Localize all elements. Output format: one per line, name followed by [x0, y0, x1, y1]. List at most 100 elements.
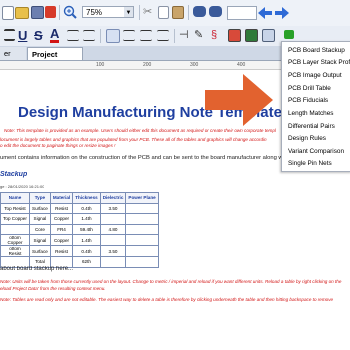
- zoom-value: 75%: [86, 8, 103, 17]
- column-header: Type: [29, 192, 51, 204]
- column-header: Power Plane: [125, 192, 159, 204]
- table-cell: [125, 245, 159, 257]
- table-cell: 3.50: [99, 202, 127, 214]
- table-row: Top Copper Signal Copper 1.4th: [0, 213, 159, 225]
- link-icon[interactable]: §: [211, 29, 225, 43]
- table-cell: 1.4th: [72, 213, 101, 225]
- menu-item-pcb-drill-table[interactable]: PCB Drill Table: [288, 85, 331, 93]
- table-cell: Surface: [29, 245, 51, 257]
- table-cell: 62th: [72, 256, 101, 268]
- column-header: Dielectric: [99, 192, 127, 204]
- units-note: eload Project Data' from the resulting c…: [0, 286, 106, 291]
- pen-icon[interactable]: ✎: [194, 29, 208, 43]
- table-cell: FR4: [49, 223, 74, 235]
- table-row: ottom Resist Surface Resist 0.4th 3.50: [0, 245, 159, 257]
- table-row: Core FR4 59.4th 4.80: [0, 223, 159, 235]
- table-cell: [0, 223, 30, 235]
- table-cell: Signal: [29, 234, 51, 246]
- table-cell: [125, 234, 159, 246]
- insert-pcb-data-icon[interactable]: [262, 29, 275, 42]
- table-cell: Copper: [49, 234, 74, 246]
- menu-item-pcb-layer-stack-profile[interactable]: PCB Layer Stack Profile: [288, 59, 350, 67]
- column-header: Name: [0, 192, 30, 204]
- chevron-down-icon: ▼: [124, 7, 133, 17]
- zoom-select[interactable]: 75% ▼: [82, 6, 134, 18]
- table-cell: Core: [29, 223, 51, 235]
- table-cell: 0.4th: [72, 245, 101, 257]
- align-right-icon[interactable]: [140, 30, 152, 41]
- picture-icon[interactable]: [228, 29, 241, 42]
- table-cell: [125, 202, 159, 214]
- table-cell: Surface: [29, 202, 51, 214]
- menu-item-pcb-image-output[interactable]: PCB Image Output: [288, 72, 342, 80]
- table-cell: 59.4th: [72, 223, 101, 235]
- table-cell: 1.4th: [72, 234, 101, 246]
- pdf-icon[interactable]: [45, 6, 56, 18]
- ruler-mark: 400: [237, 62, 246, 68]
- zoom-in-icon[interactable]: [63, 5, 77, 19]
- menu-item-pcb-board-stackup[interactable]: PCB Board Stackup: [288, 47, 345, 55]
- table-cell: 4.80: [99, 223, 127, 235]
- underline-button[interactable]: U: [18, 28, 27, 44]
- find-field[interactable]: [227, 6, 257, 20]
- table-cell: ottom Resist: [0, 245, 30, 257]
- template-note: o edit the document to paginate things o…: [0, 143, 116, 148]
- outdent-icon[interactable]: [83, 30, 95, 41]
- menu-item-variant-comparison[interactable]: Variant Comparison: [288, 148, 344, 156]
- open-folder-icon[interactable]: [15, 7, 29, 19]
- ruler-mark: 100: [96, 62, 105, 68]
- tab-project-notes[interactable]: Project Notes×: [27, 47, 83, 72]
- menu-item-pcb-fiducials[interactable]: PCB Fiducials: [288, 97, 328, 105]
- arrow-right-callout-icon: [205, 74, 273, 126]
- tab-previous[interactable]: er: [0, 47, 26, 60]
- tab-label: er: [4, 49, 11, 58]
- arrow-left-icon[interactable]: [258, 6, 272, 20]
- menu-item-differential-pairs[interactable]: Differential Pairs: [288, 123, 335, 131]
- stackup-table: Name Type Material Thickness Dielectric …: [0, 192, 159, 268]
- ruler-mark: 200: [143, 62, 152, 68]
- binoculars-icon[interactable]: [193, 6, 206, 17]
- table-cell: Resist: [49, 245, 74, 257]
- main-toolbar: 75% ▼ ✂: [0, 0, 350, 27]
- column-header: Material: [49, 192, 74, 204]
- font-color-button[interactable]: A: [50, 27, 60, 43]
- paste-icon[interactable]: [172, 6, 184, 19]
- table-icon[interactable]: [245, 29, 258, 42]
- table-cell: [99, 256, 127, 268]
- units-note: Note: Units will be taken from those cur…: [0, 279, 342, 284]
- numbered-list-icon[interactable]: [67, 30, 79, 41]
- menu-item-length-matches[interactable]: Length Matches: [288, 110, 333, 118]
- align-center-icon[interactable]: [123, 30, 135, 41]
- ruler-mark: 300: [190, 62, 199, 68]
- table-row: Top Resist Surface Resist 0.4th 3.50: [0, 202, 159, 214]
- find-replace-icon[interactable]: [209, 6, 222, 17]
- menu-item-single-pin-nets[interactable]: Single Pin Nets: [288, 160, 332, 168]
- stackup-date: ge : 28/01/2020 16:21:00: [0, 184, 45, 189]
- save-icon[interactable]: [31, 6, 44, 19]
- column-header: Thickness: [72, 192, 101, 204]
- copy-icon[interactable]: [158, 6, 169, 19]
- arrow-right-icon[interactable]: [275, 6, 289, 20]
- align-left-icon[interactable]: [106, 29, 120, 43]
- stackup-about: about board stackup here...: [0, 266, 74, 272]
- tables-note: Note: Tables are read only and are not e…: [0, 297, 334, 302]
- menu-item-design-rules[interactable]: Design Rules: [288, 135, 326, 143]
- bullet-list-icon[interactable]: [4, 29, 15, 41]
- template-note: locument is largely tables and graphics …: [0, 137, 267, 142]
- table-cell: Top Resist: [0, 202, 30, 214]
- table-cell: [99, 213, 127, 225]
- table-cell: Resist: [49, 202, 74, 214]
- table-cell: [125, 213, 159, 225]
- justify-icon[interactable]: [157, 30, 169, 41]
- table-cell: [125, 256, 159, 268]
- table-cell: Signal: [29, 213, 51, 225]
- ruler: 100 200 300 400 500: [0, 61, 300, 70]
- cut-icon[interactable]: ✂: [143, 6, 157, 20]
- stackup-heading: Stackup: [0, 171, 28, 178]
- unlock-icon[interactable]: [284, 30, 294, 39]
- strikethrough-button[interactable]: S: [34, 28, 43, 44]
- table-row: ottom Copper Signal Copper 1.4th: [0, 234, 159, 246]
- table-header-row: Name Type Material Thickness Dielectric …: [0, 192, 159, 204]
- new-document-icon[interactable]: [2, 6, 14, 20]
- split-icon[interactable]: ⊣: [179, 29, 193, 43]
